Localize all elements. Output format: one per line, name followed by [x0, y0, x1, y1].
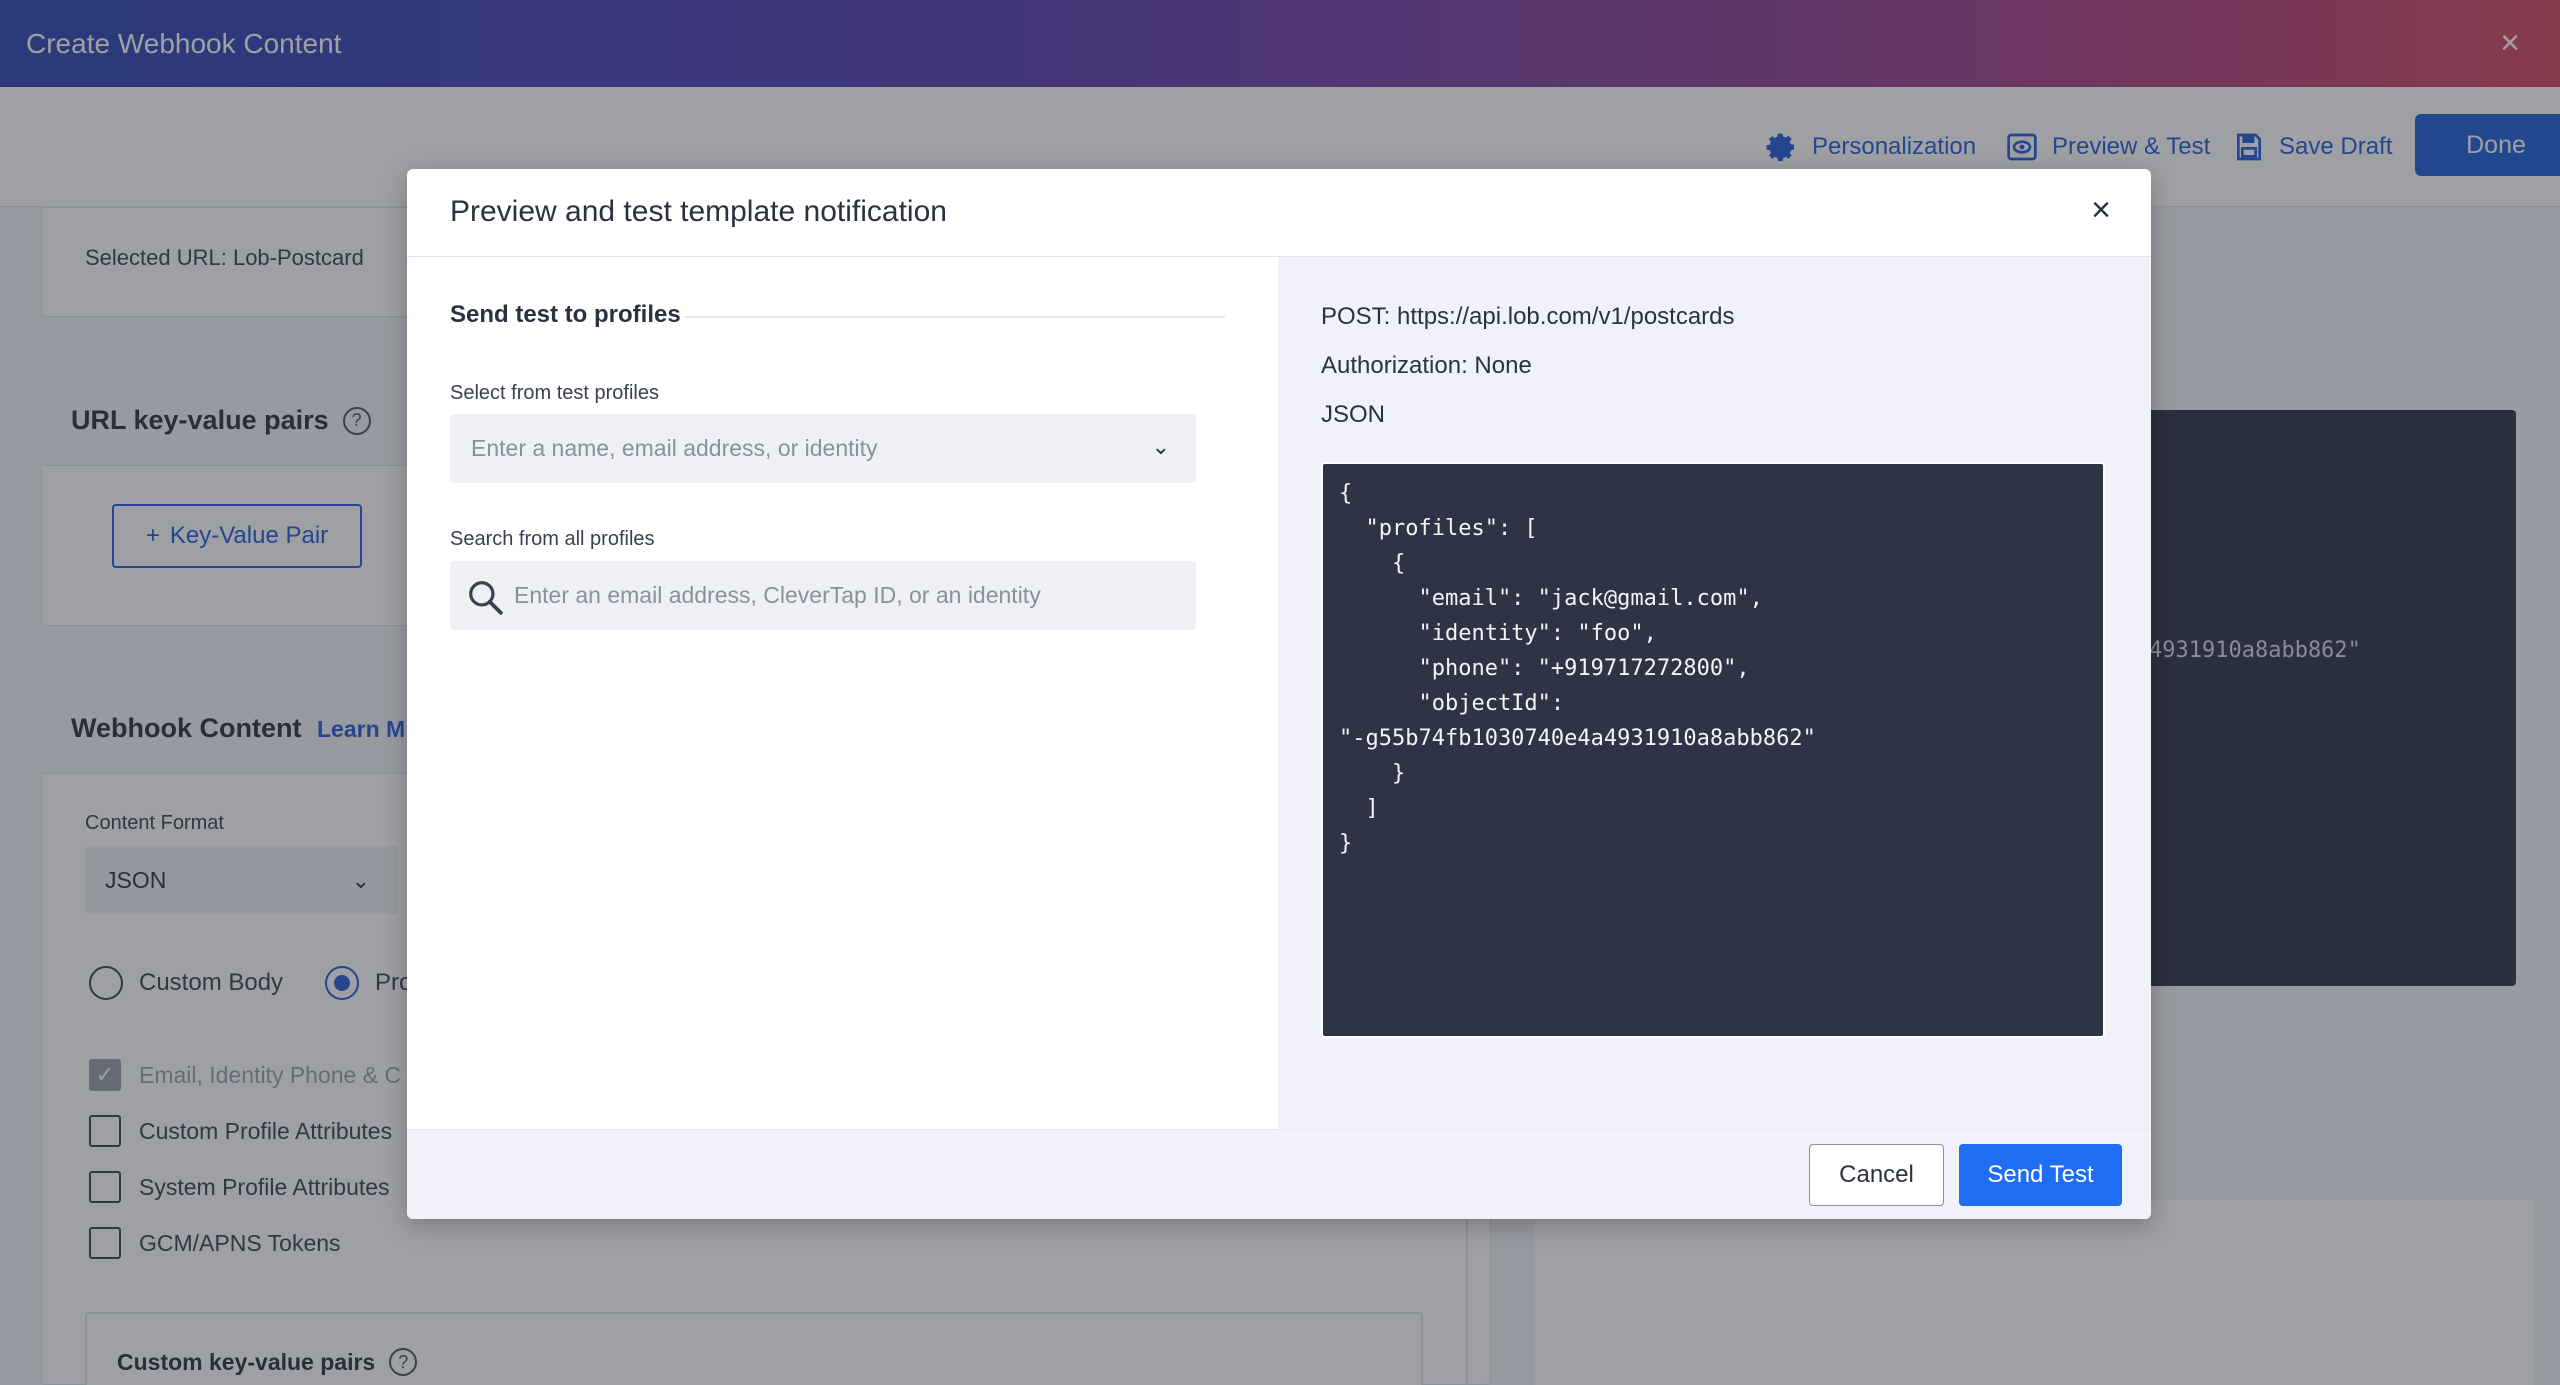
code-line: "email": "jack@gmail.com",	[1339, 586, 1763, 611]
chevron-down-icon: ⌄	[1151, 434, 1170, 459]
send-test-button[interactable]: Send Test	[1959, 1144, 2122, 1206]
cancel-button[interactable]: Cancel	[1809, 1144, 1944, 1206]
modal-title: Preview and test template notification	[450, 195, 947, 228]
preview-test-modal: Preview and test template notification ×…	[407, 169, 2151, 1219]
search-profiles-placeholder: Enter an email address, CleverTap ID, or…	[514, 582, 1041, 608]
format-text: JSON	[1321, 401, 1386, 428]
search-profiles-input[interactable]: Enter an email address, CleverTap ID, or…	[450, 561, 1196, 630]
authorization-text: Authorization: None	[1321, 352, 1532, 379]
code-line: }	[1339, 761, 1406, 786]
section-divider	[685, 316, 1225, 318]
search-icon	[469, 581, 503, 615]
code-line: }	[1339, 831, 1353, 856]
select-test-profiles-label: Select from test profiles	[450, 382, 659, 404]
code-line: "identity": "foo",	[1339, 621, 1657, 646]
code-line: {	[1339, 551, 1406, 576]
close-icon[interactable]: ×	[2091, 193, 2111, 227]
code-line: "-g55b74fb1030740e4a4931910a8abb862"	[1339, 726, 1816, 751]
code-line: "phone": "+919717272800",	[1339, 656, 1750, 681]
test-profile-select[interactable]: Enter a name, email address, or identity…	[450, 414, 1196, 483]
code-line: ]	[1339, 796, 1379, 821]
code-line: "objectId":	[1339, 691, 1565, 716]
test-profile-placeholder: Enter a name, email address, or identity	[471, 435, 878, 461]
send-test-section-title: Send test to profiles	[450, 301, 681, 328]
search-profiles-label: Search from all profiles	[450, 528, 655, 550]
code-line: "profiles": [	[1339, 516, 1538, 541]
request-url: POST: https://api.lob.com/v1/postcards	[1321, 303, 1735, 330]
code-line: {	[1339, 481, 1353, 506]
modal-header: Preview and test template notification ×	[407, 169, 2151, 257]
